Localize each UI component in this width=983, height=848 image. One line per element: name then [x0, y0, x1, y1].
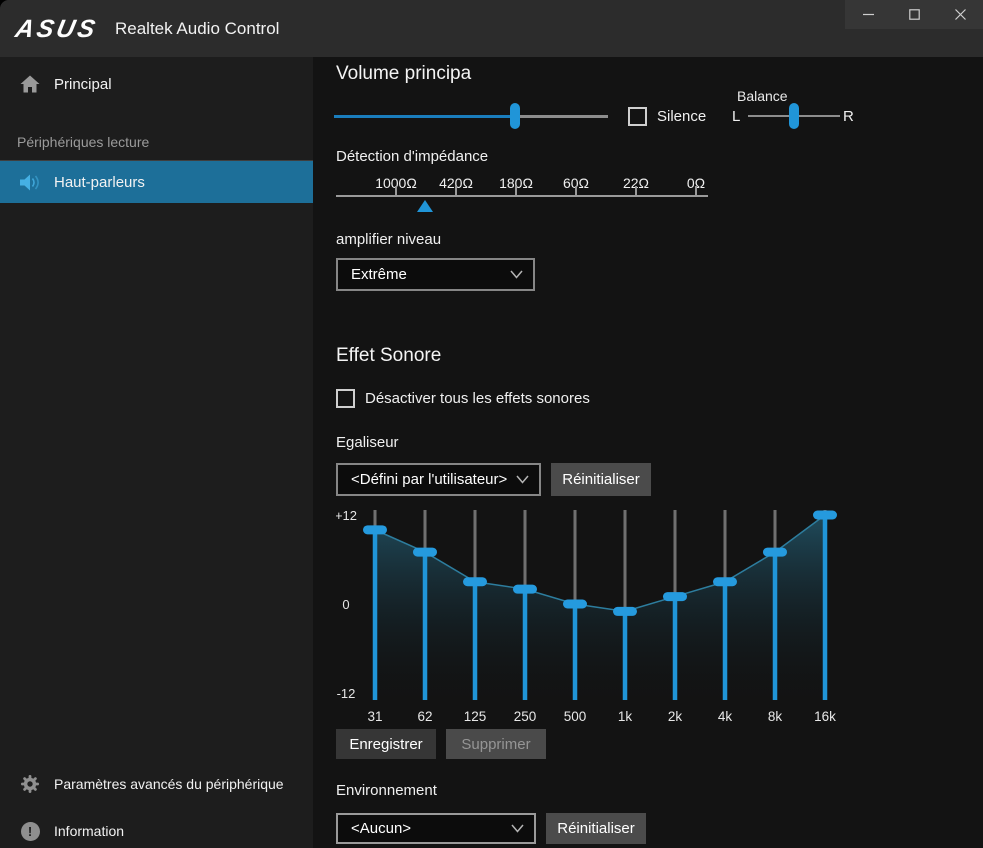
eq-thumb-62[interactable] — [413, 548, 437, 557]
maximize-icon — [909, 9, 920, 20]
eq-thumb-125[interactable] — [463, 577, 487, 586]
sidebar-item-haut-parleurs[interactable]: Haut-parleurs — [0, 161, 313, 203]
sidebar-item-label: Haut-parleurs — [54, 174, 145, 191]
amplifier-label: amplifier niveau — [336, 231, 441, 248]
equalizer-delete-button[interactable]: Supprimer — [446, 729, 546, 759]
eq-band-label: 31 — [367, 709, 382, 724]
eq-thumb-250[interactable] — [513, 585, 537, 594]
gear-icon — [18, 774, 42, 794]
equalizer-label: Egaliseur — [336, 434, 399, 451]
impedance-tick — [695, 186, 697, 195]
sidebar-item-label: Information — [54, 823, 124, 839]
balance-right-label: R — [843, 108, 854, 125]
home-icon — [18, 75, 42, 93]
window-controls — [845, 0, 983, 29]
sidebar-section-label: Périphériques lecture — [17, 134, 149, 150]
impedance-marker — [417, 200, 433, 212]
equalizer-save-button[interactable]: Enregistrer — [336, 729, 436, 759]
impedance-tick — [515, 186, 517, 195]
equalizer-preset-value: <Défini par l'utilisateur> — [351, 471, 507, 488]
maximize-button[interactable] — [891, 0, 937, 29]
eq-ytick-label: +12 — [336, 508, 357, 523]
eq-ytick-label: -12 — [337, 686, 356, 701]
asus-logo: ASUS — [13, 13, 101, 45]
app-window: ASUS Realtek Audio Control Principal Pér… — [0, 0, 983, 848]
amplifier-dropdown[interactable]: Extrême — [336, 258, 535, 291]
volume-slider-thumb[interactable] — [510, 103, 520, 129]
eq-band-label: 4k — [718, 709, 733, 724]
equalizer-reset-button[interactable]: Réinitialiser — [551, 463, 651, 496]
sidebar-item-label: Principal — [54, 76, 112, 93]
eq-band-label: 2k — [668, 709, 683, 724]
eq-band-label: 16k — [814, 709, 836, 724]
eq-thumb-8k[interactable] — [763, 548, 787, 557]
eq-band-label: 62 — [417, 709, 432, 724]
sidebar-item-principal[interactable]: Principal — [0, 63, 313, 105]
chevron-down-icon — [516, 475, 529, 484]
environment-label: Environnement — [336, 782, 437, 799]
eq-band-label: 8k — [768, 709, 783, 724]
eq-thumb-31[interactable] — [363, 525, 387, 534]
sidebar-item-information[interactable]: ! Information — [0, 810, 313, 848]
eq-thumb-4k[interactable] — [713, 577, 737, 586]
silence-label: Silence — [657, 108, 706, 125]
eq-thumb-16k[interactable] — [813, 511, 837, 520]
speaker-icon — [18, 173, 42, 192]
close-icon — [955, 9, 966, 20]
disable-effects-checkbox[interactable] — [336, 389, 355, 408]
impedance-title: Détection d'impédance — [336, 148, 488, 165]
close-button[interactable] — [937, 0, 983, 29]
balance-label: Balance — [737, 88, 788, 104]
chevron-down-icon — [510, 270, 523, 279]
volume-slider[interactable] — [334, 103, 608, 129]
info-icon: ! — [18, 822, 42, 841]
volume-section-title: Volume principa — [336, 63, 471, 85]
effects-section-title: Effet Sonore — [336, 345, 441, 367]
chevron-down-icon — [511, 824, 524, 833]
impedance-tick — [455, 186, 457, 195]
environment-dropdown[interactable]: <Aucun> — [336, 813, 536, 844]
eq-band-label: 250 — [514, 709, 537, 724]
impedance-tick — [395, 186, 397, 195]
impedance-tick — [575, 186, 577, 195]
environment-dropdown-value: <Aucun> — [351, 820, 411, 837]
balance-slider[interactable] — [748, 103, 840, 129]
amplifier-dropdown-value: Extrême — [351, 266, 407, 283]
volume-slider-fill — [334, 115, 515, 118]
app-title: Realtek Audio Control — [115, 0, 279, 57]
equalizer-svg: 31 62 125 250 500 1k 2k 4k 8k 16k +12 0 -12 — [336, 505, 884, 729]
eq-band-label: 1k — [618, 709, 633, 724]
disable-effects-label: Désactiver tous les effets sonores — [365, 390, 590, 407]
balance-slider-thumb[interactable] — [789, 103, 799, 129]
environment-reset-button[interactable]: Réinitialiser — [546, 813, 646, 844]
impedance-scale: 1000Ω420Ω180Ω60Ω22Ω0Ω — [336, 176, 708, 216]
eq-thumb-500[interactable] — [563, 600, 587, 609]
eq-thumb-2k[interactable] — [663, 592, 687, 601]
silence-checkbox[interactable] — [628, 107, 647, 126]
sidebar-item-label: Paramètres avancés du périphérique — [54, 776, 284, 792]
sidebar: Principal Périphériques lecture Haut-par… — [0, 57, 313, 848]
equalizer-preset-dropdown[interactable]: <Défini par l'utilisateur> — [336, 463, 541, 496]
minimize-button[interactable] — [845, 0, 891, 29]
balance-left-label: L — [732, 108, 740, 125]
eq-band-label: 125 — [464, 709, 487, 724]
eq-thumb-1k[interactable] — [613, 607, 637, 616]
minimize-icon — [863, 9, 874, 20]
eq-band-label: 500 — [564, 709, 587, 724]
titlebar: ASUS Realtek Audio Control — [0, 0, 983, 57]
impedance-tick — [635, 186, 637, 195]
sidebar-item-advanced-settings[interactable]: Paramètres avancés du périphérique — [0, 763, 313, 805]
eq-ytick-label: 0 — [342, 597, 349, 612]
impedance-axis-line — [336, 195, 708, 197]
equalizer-chart: 31 62 125 250 500 1k 2k 4k 8k 16k +12 0 -12 — [336, 505, 884, 729]
